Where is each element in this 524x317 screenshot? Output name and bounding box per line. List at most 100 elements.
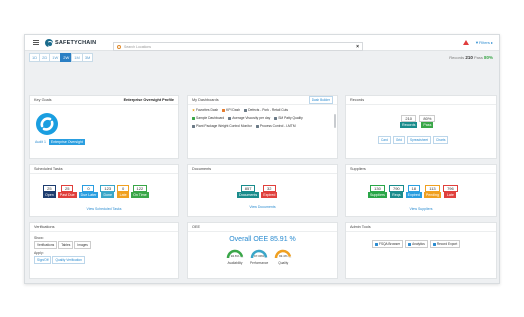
- view-documents-link[interactable]: View Documents: [188, 205, 337, 209]
- dashboard-item-label: Favorites Dash: [196, 108, 219, 112]
- records-card-button[interactable]: Card: [378, 136, 391, 144]
- dashboard-item[interactable]: Defects - Pork - Retail Cuts: [244, 108, 288, 112]
- task-tile[interactable]: 0 Late: [117, 185, 130, 198]
- supplier-tile[interactable]: 790 Reqs: [388, 185, 404, 198]
- range-button-3m[interactable]: 3M: [81, 53, 94, 62]
- records-spreadsheet-button[interactable]: Spreadsheet: [406, 136, 432, 144]
- oee-gauge: 97.09% Performance: [250, 248, 268, 265]
- dashboard-item-label: SM Patty Quality: [278, 116, 303, 120]
- alert-warning-icon[interactable]: [463, 40, 470, 45]
- task-tile-value: 25: [60, 185, 74, 192]
- supplier-tile[interactable]: 130 Suppliers: [368, 185, 387, 198]
- dashboard-scrollbar[interactable]: [334, 114, 336, 128]
- supplier-tile-value: 790: [388, 185, 404, 192]
- document-tile[interactable]: 857 Documents: [237, 185, 260, 198]
- task-tile[interactable]: 25 Open: [43, 185, 56, 198]
- records-count-label: Records: [400, 122, 418, 128]
- apply-filter-button[interactable]: Quality Verification: [52, 256, 85, 264]
- document-tile-label: Expired: [261, 192, 278, 198]
- oee-gauge: 94.6% Availability: [226, 248, 244, 265]
- suppliers-title: Suppliers: [346, 165, 496, 174]
- pass-summary-label: Pass: [473, 55, 483, 60]
- dashboard-item[interactable]: SM Patty Quality: [274, 116, 303, 120]
- search-bar[interactable]: Search Locations ×: [113, 42, 363, 51]
- close-icon[interactable]: ×: [356, 44, 359, 50]
- grid-icon: [255, 124, 259, 128]
- star-icon: [192, 108, 195, 112]
- supplier-tile-label: Pending: [423, 192, 442, 198]
- admin-tool-icon: [408, 242, 412, 246]
- logo[interactable]: SAFETYCHAIN: [45, 38, 97, 47]
- gauge-label: Quality: [278, 261, 289, 265]
- pass-label: Pass: [421, 122, 434, 128]
- admin-record-export-button[interactable]: Record Export: [429, 240, 461, 248]
- view-suppliers-link[interactable]: View Suppliers: [346, 207, 496, 211]
- view-scheduled-tasks-link[interactable]: View Scheduled Tasks: [30, 207, 178, 211]
- supplier-tile[interactable]: 18 Expired: [405, 185, 422, 198]
- show-verifications-button[interactable]: Verifications: [34, 241, 58, 249]
- task-tile-label: On Time: [131, 192, 149, 198]
- chart-icon: [222, 108, 226, 112]
- search-input[interactable]: Search Locations: [124, 45, 151, 49]
- logo-text: SAFETYCHAIN: [55, 39, 97, 46]
- enterprise-oversight-badge[interactable]: Enterprise Oversight: [48, 139, 85, 145]
- dash-builder-button[interactable]: Dash Builder: [308, 96, 333, 104]
- gauge-label: Availability: [227, 261, 243, 265]
- apply-filter-button[interactable]: Sign/Off: [34, 256, 52, 264]
- records-view-actions: Card Grid Spreadsheet Charts: [378, 136, 449, 144]
- key-goals-title: Key Goals: [34, 98, 52, 102]
- task-tile-label: Due Later: [78, 192, 99, 198]
- task-tile[interactable]: 25 Past Due: [57, 185, 77, 198]
- dashboard-item-label: KPI Dash: [226, 108, 241, 112]
- show-tables-button[interactable]: Tables: [58, 241, 74, 249]
- records-charts-button[interactable]: Charts: [433, 136, 449, 144]
- dashboard-item-label: Defects - Pork - Retail Cuts: [248, 108, 289, 112]
- dashboard-item[interactable]: Plant Package Weight Control Monitor: [192, 124, 252, 128]
- supplier-tile-value: 18: [407, 185, 420, 192]
- admin-analytics-button[interactable]: Analytics: [405, 240, 428, 248]
- records-title: Records: [346, 96, 496, 105]
- supplier-tile-value: 130: [370, 185, 385, 192]
- dashboard-item[interactable]: Sample Dashboard: [192, 116, 224, 120]
- filters-button[interactable]: ▼Filters ▸: [475, 40, 493, 45]
- overall-oee: Overall OEE 85.91 %: [229, 236, 296, 243]
- suppliers-tiles: 130 Suppliers 790 Reqs 18 Expired 113 Pending 79…: [368, 185, 458, 198]
- document-tile[interactable]: 32 Expired: [261, 185, 278, 198]
- supplier-tile-value: 796: [443, 185, 458, 192]
- document-tile-value: 857: [240, 185, 256, 192]
- hamburger-menu-icon[interactable]: [33, 40, 39, 45]
- dashboard-item[interactable]: Process Control - LMTM: [255, 124, 296, 128]
- dashboard-item[interactable]: Average Viscosity per day: [228, 116, 270, 120]
- gauge-value: 94.6%: [230, 254, 240, 258]
- pass-tile[interactable]: 80% Pass: [419, 115, 436, 128]
- admin-tool-icon: [375, 242, 378, 246]
- key-goals-panel: Key Goals Enterprise Oversight Profile A…: [29, 95, 179, 159]
- dashboard-item[interactable]: KPI Dash: [222, 108, 240, 112]
- task-tile-label: Late: [117, 192, 130, 198]
- pass-summary-value: 80%: [483, 55, 493, 60]
- show-filter-buttons: Verifications Tables Images: [34, 241, 91, 249]
- supplier-tile-value: 113: [425, 185, 440, 192]
- supplier-tile[interactable]: 796 Late: [443, 185, 458, 198]
- oee-gauges: 94.6% Availability 97.09% Performance 93.4% Q…: [226, 248, 292, 265]
- records-summary-count: 210: [465, 55, 473, 60]
- gauge-label: Performance: [250, 261, 269, 265]
- show-images-button[interactable]: Images: [74, 241, 91, 249]
- task-tile[interactable]: 123 Done: [100, 185, 116, 198]
- oee-panel: OEE Overall OEE 85.91 % 94.6% Availabilit…: [187, 222, 338, 279]
- search-icon: [117, 44, 121, 49]
- dashboard-item[interactable]: Favorites Dash: [192, 108, 218, 112]
- profile-name: Enterprise Oversight Profile: [123, 98, 174, 102]
- task-tile-value: 122: [132, 185, 148, 192]
- records-grid-button[interactable]: Grid: [392, 136, 405, 144]
- supplier-tile-label: Suppliers: [368, 192, 387, 198]
- task-tile[interactable]: 0 Due Later: [78, 185, 99, 198]
- dashboard-item-label: Process Control - LMTM: [259, 124, 296, 128]
- records-summary-label: Records: [449, 55, 465, 60]
- audit-link[interactable]: Audit 1: [35, 140, 46, 144]
- task-tile-label: Past Due: [57, 192, 77, 198]
- task-tile[interactable]: 122 On Time: [131, 185, 149, 198]
- records-count-tile[interactable]: 210 Records: [400, 115, 418, 128]
- supplier-tile[interactable]: 113 Pending: [423, 185, 442, 198]
- admin-fsqa-browser-button[interactable]: FSQA Browser: [372, 240, 404, 248]
